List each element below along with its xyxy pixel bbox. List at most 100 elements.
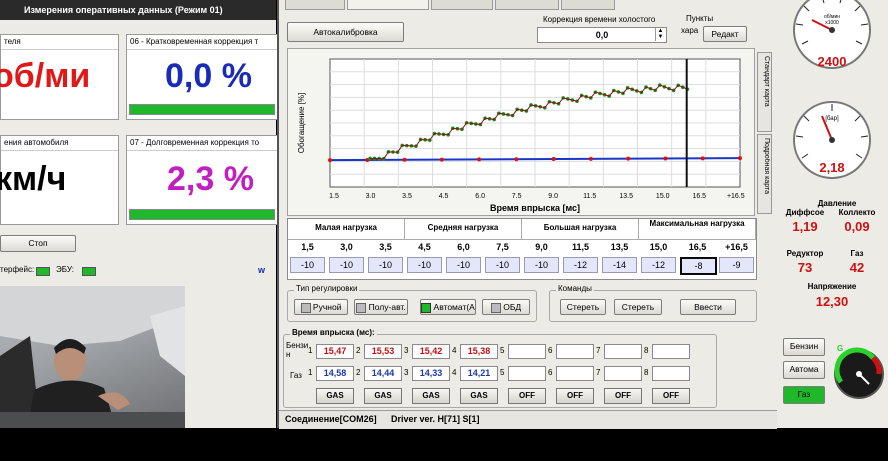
x-tick-label: 15.0	[656, 193, 670, 200]
regulation-obd-button[interactable]: ОБД	[482, 299, 530, 315]
long-trim-bar	[129, 209, 275, 220]
injector-number: 5	[500, 368, 505, 377]
long-trim-bar-fill	[130, 210, 274, 219]
injection-group: Время впрыска (мс): Бензи н Газ 1 15,47 1 1…	[283, 328, 717, 408]
injector-number: 3	[404, 368, 409, 377]
injector-number: 1	[308, 368, 313, 377]
petrol-row-label: Бензи н	[286, 341, 309, 359]
gas-row-label: Газ	[290, 371, 302, 380]
injector-number: 2	[356, 368, 361, 377]
load-correction-cell[interactable]: -10	[524, 257, 559, 273]
load-time-cell: 6,0	[457, 242, 470, 252]
long-trim-value: 2,3 %	[167, 160, 254, 198]
idle-correction-field[interactable]: 0,0	[537, 27, 667, 43]
load-correction-cell[interactable]: -9	[719, 257, 754, 273]
injector-gas-button[interactable]: GAS	[460, 388, 498, 404]
injector-number: 6	[548, 346, 553, 355]
load-group-header: Средняя нагрузка	[405, 219, 522, 240]
x-tick-label: 16.5	[692, 193, 706, 200]
load-correction-cell[interactable]: -10	[290, 257, 325, 273]
injector-number: 8	[644, 346, 649, 355]
load-correction-cell[interactable]: -8	[680, 257, 717, 275]
edit-points-button[interactable]: Редакт	[703, 26, 747, 42]
load-correction-cell[interactable]: -10	[446, 257, 481, 273]
gas-injection-time	[652, 366, 690, 381]
petrol-mode-button[interactable]: Бензин	[783, 338, 825, 356]
gas-temp-label: Газ	[850, 249, 864, 258]
load-time-cell: 9,0	[535, 242, 548, 252]
regulation-auto-button[interactable]: Автомат(А	[420, 299, 476, 315]
petrol-injection-time: 15,42	[412, 344, 450, 359]
reducer-temp-label: Редуктор	[786, 249, 824, 258]
regulation-semiauto-button[interactable]: Полу-авт.	[354, 299, 408, 315]
driver-version: Driver ver. H[71] S[1]	[391, 414, 480, 424]
pressure-title: Давление	[817, 199, 857, 208]
load-correction-cell[interactable]: -10	[368, 257, 403, 273]
load-group-header: Малая нагрузка	[288, 219, 405, 240]
load-correction-cell[interactable]: -14	[602, 257, 637, 273]
enrichment-chart: 1.5 3.0 3.5 4.5 6.0 7.5 9.0 11.5 13.5 15.0 16.5 +16…	[297, 58, 745, 213]
regulation-manual-button[interactable]: Ручной	[294, 299, 348, 315]
injector-gas-button[interactable]: OFF	[508, 388, 546, 404]
commands-legend: Команды	[556, 284, 594, 293]
x-tick-label: 11.5	[583, 193, 596, 200]
panel-header: ения автомобиля	[1, 136, 118, 151]
voltage-label: Напряжение	[807, 282, 857, 291]
baseline-marker	[439, 157, 444, 162]
baseline-marker	[663, 156, 668, 161]
injector-gas-button[interactable]: GAS	[364, 388, 402, 404]
injector-gas-button[interactable]: GAS	[412, 388, 450, 404]
baseline-marker	[402, 157, 407, 162]
tab-3[interactable]	[431, 0, 493, 10]
injector-gas-button[interactable]: GAS	[316, 388, 354, 404]
tab-5[interactable]	[561, 0, 615, 10]
load-time-cell: 11,5	[571, 242, 590, 252]
panel-header: теля	[1, 35, 118, 50]
gas-mode-button[interactable]: Газ	[783, 386, 825, 404]
x-tick-label: 6.0	[475, 193, 485, 200]
injector-number: 6	[548, 368, 553, 377]
tab-1[interactable]	[285, 0, 345, 10]
radio-icon	[356, 302, 367, 313]
load-correction-cell[interactable]: -12	[641, 257, 676, 273]
injector-gas-button[interactable]: OFF	[604, 388, 642, 404]
erase-button-2[interactable]: Стерeть	[614, 299, 662, 315]
radio-icon	[490, 302, 501, 313]
petrol-injection-time: 15,38	[460, 344, 498, 359]
injector-gas-button[interactable]: OFF	[556, 388, 594, 404]
gas-injection-time	[556, 366, 594, 381]
ecu-led	[82, 267, 96, 276]
enter-button[interactable]: Ввести	[680, 299, 736, 315]
injector-number: 1	[308, 346, 313, 355]
tab-4[interactable]	[495, 0, 559, 10]
auto-mode-button[interactable]: Автома	[783, 361, 825, 379]
baseline-marker	[551, 157, 556, 162]
load-correction-cell[interactable]: -10	[485, 257, 520, 273]
driver-picture	[0, 286, 185, 428]
stop-button[interactable]: Стоп	[0, 235, 76, 252]
rpm-gauge-value: 2400	[817, 54, 847, 69]
pressure-manifold-label: Коллекто	[838, 208, 876, 217]
connection-status: Соединение[COM26]	[285, 414, 377, 424]
load-correction-cell[interactable]: -12	[563, 257, 598, 273]
gas-injection-time	[508, 366, 546, 381]
idle-spinner[interactable]: ▲ ▼	[655, 28, 665, 41]
autocalibration-button[interactable]: Автокалибровка	[287, 22, 404, 42]
load-time-cell: 15,0	[649, 242, 668, 252]
tab-2[interactable]	[347, 0, 429, 10]
load-correction-cell[interactable]: -10	[407, 257, 442, 273]
petrol-injection-time	[652, 344, 690, 359]
injector-number: 4	[452, 346, 457, 355]
load-correction-cell[interactable]: -10	[329, 257, 364, 273]
idle-correction-label: Коррекция времени холостого	[543, 15, 656, 24]
load-time-cell: 16,5	[688, 242, 707, 252]
x-tick-label: 9.0	[548, 193, 558, 200]
load-group-header: Максимальная нагрузка	[639, 219, 756, 240]
panel-header: 06 - Кратковременная коррекция т	[127, 35, 277, 50]
injector-gas-button[interactable]: OFF	[652, 388, 690, 404]
x-tick-label: 4.5	[439, 193, 449, 200]
petrol-injection-time	[508, 344, 546, 359]
voltage-value: 12,30	[815, 294, 849, 309]
injection-legend: Время впрыска (мс):	[290, 328, 377, 337]
erase-button-1[interactable]: Стерeть	[560, 299, 606, 315]
